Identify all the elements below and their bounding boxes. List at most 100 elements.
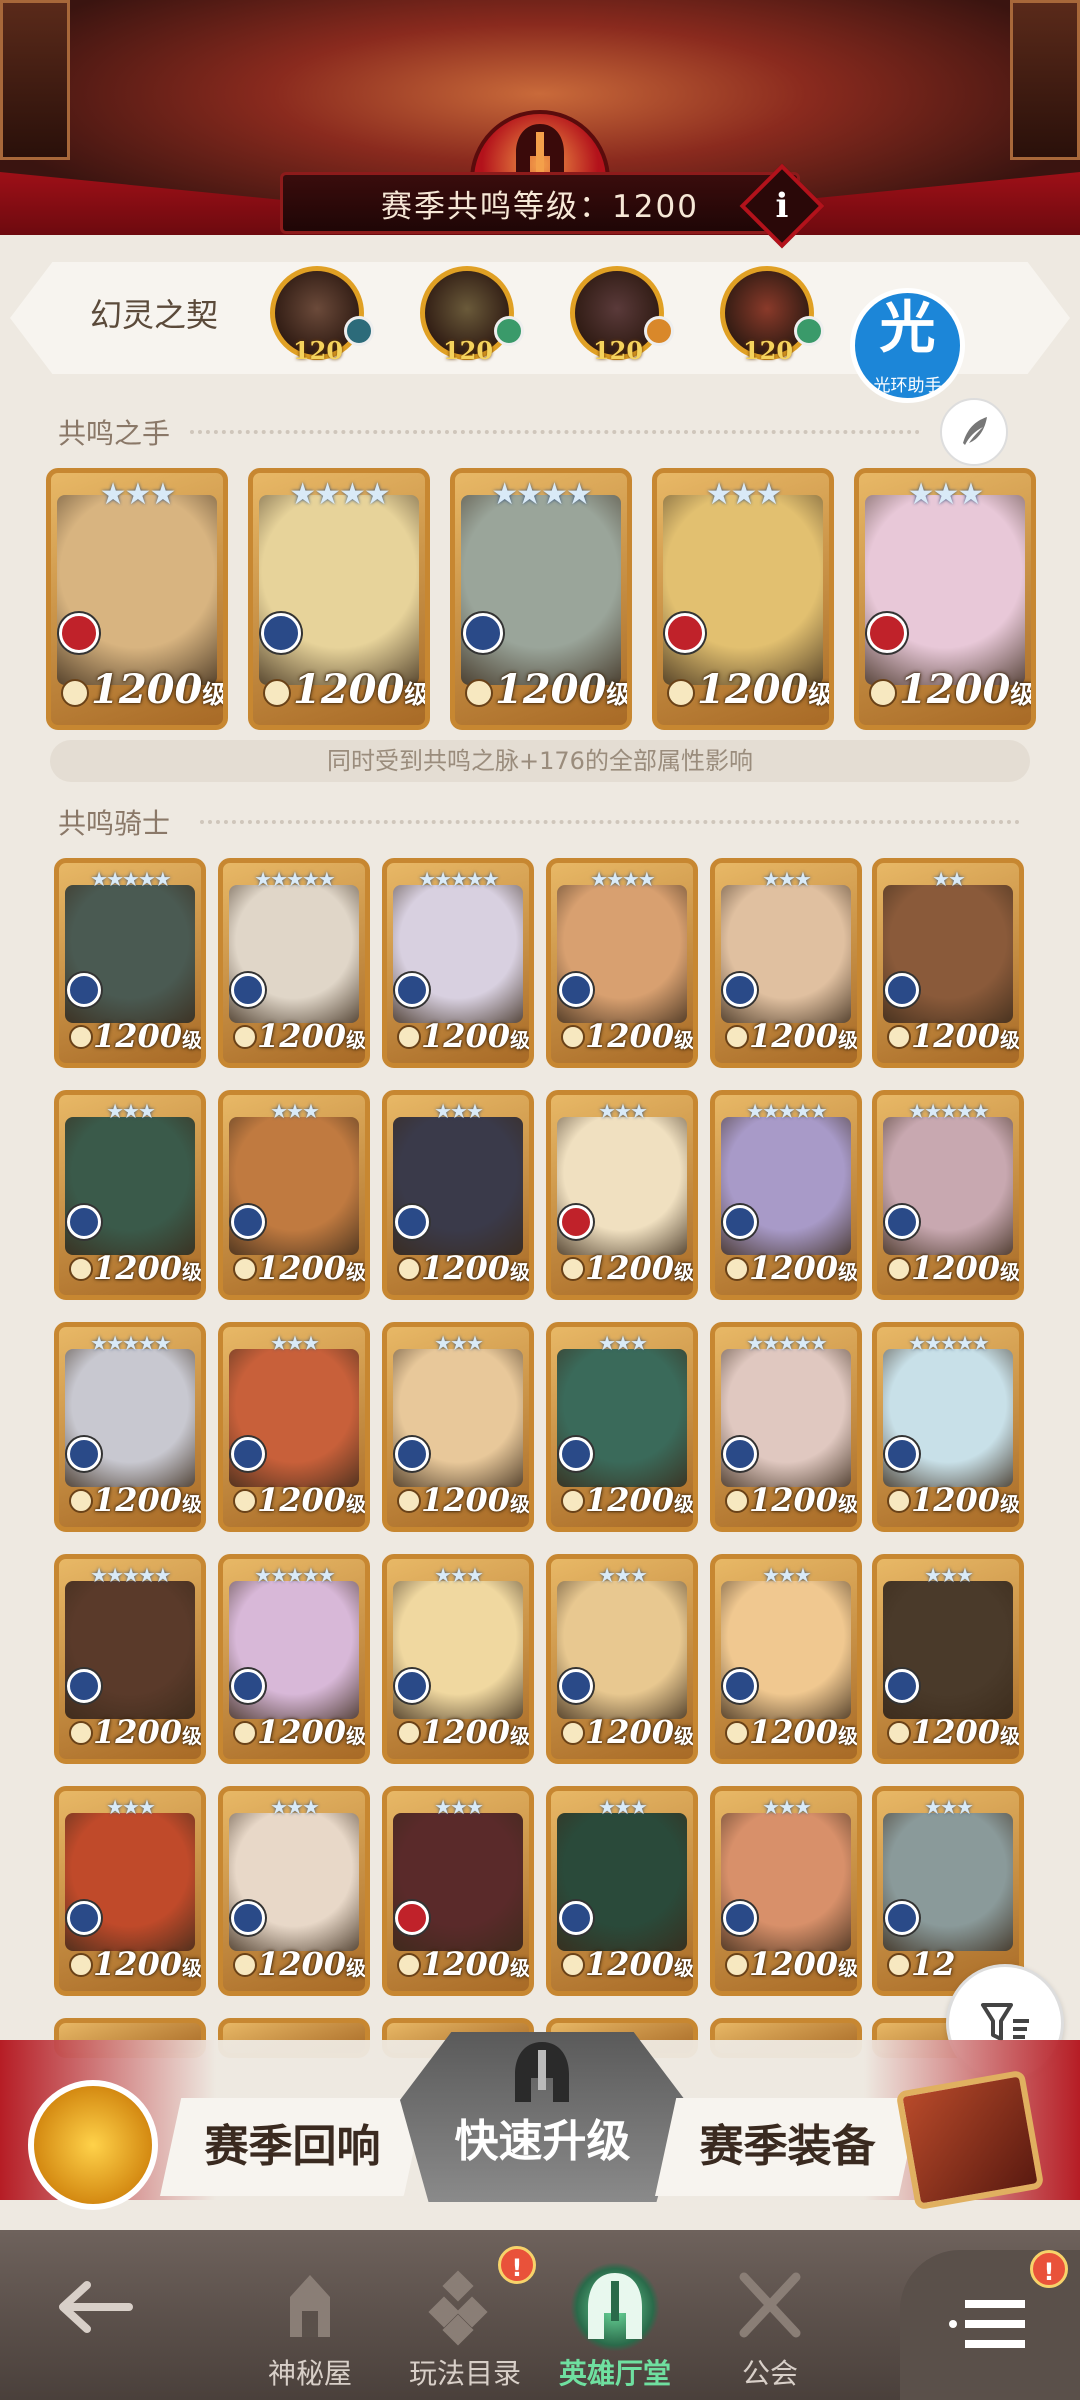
hero-card[interactable]: ★★★★ 1200级 (248, 468, 430, 730)
hero-level-unit: 级 (674, 1956, 694, 1980)
hero-card[interactable]: ★★★ 1200级 (218, 1786, 370, 1996)
hero-level-value: 1200 (257, 1249, 347, 1287)
star-rating: ★★★ (924, 1563, 974, 1587)
hero-level-value: 1200 (585, 1249, 675, 1287)
hero-card[interactable]: ★★★★ 1200级 (450, 468, 632, 730)
star-rating: ★★★ (762, 1795, 812, 1819)
hero-card[interactable]: ★★★★★ 1200级 (54, 1554, 206, 1764)
hero-card[interactable]: ★★★ 1200级 (854, 468, 1036, 730)
hero-level-value: 1200 (93, 1481, 183, 1519)
star-rating: ★★★ (270, 1795, 320, 1819)
quill-edit-button[interactable] (940, 398, 1008, 466)
hero-card[interactable]: ★★★★★ 1200级 (218, 1554, 370, 1764)
hero-card[interactable]: ★★★ 1200级 (546, 1090, 698, 1300)
pact-slot[interactable]: 120 (262, 260, 374, 370)
star-rating: ★★★ (907, 477, 985, 512)
hero-card[interactable]: ★★★ 1200级 (46, 468, 228, 730)
faction-icon (559, 1205, 593, 1239)
hero-level: 1200级 (257, 1713, 365, 1751)
hero-card[interactable]: ★★★ 1200级 (218, 1322, 370, 1532)
hero-card[interactable]: ★★★★★ 1200级 (54, 858, 206, 1068)
section-divider (200, 820, 1020, 824)
hero-card[interactable]: ★★★ 1200级 (546, 1322, 698, 1532)
hero-card[interactable]: ★★★★★ 1200级 (710, 1322, 862, 1532)
nav-guild[interactable]: 公会 (695, 2250, 845, 2400)
hero-card[interactable]: ★★★ 1200级 (546, 1554, 698, 1764)
hero-card[interactable]: ★★★ 1200级 (652, 468, 834, 730)
quick-upgrade-label: 快速升级 (454, 2116, 631, 2167)
hero-card[interactable]: ★★★ 1200级 (546, 1786, 698, 1996)
hero-level: 1200级 (585, 1249, 693, 1287)
hero-card[interactable]: ★★★ 1200级 (218, 1090, 370, 1300)
hero-card[interactable]: ★★★ 1200级 (710, 858, 862, 1068)
hero-card[interactable]: ★★ 1200级 (872, 858, 1024, 1068)
class-icon (397, 1257, 421, 1281)
faction-icon (559, 973, 593, 1007)
hero-level-value: 1200 (93, 1249, 183, 1287)
hero-card[interactable]: ★★★★★ 1200级 (872, 1322, 1024, 1532)
nav-guild-label: 公会 (741, 2357, 798, 2390)
star-rating: ★★★★★ (908, 1331, 990, 1355)
hero-card[interactable]: ★★★ 1200级 (382, 1322, 534, 1532)
hero-card[interactable]: ★★★ 1200级 (872, 1554, 1024, 1764)
pact-slot[interactable]: 120 (712, 260, 824, 370)
hero-level-unit: 级 (182, 1492, 202, 1516)
hero-card[interactable]: ★★★★★ 1200级 (218, 858, 370, 1068)
hero-level-value: 1200 (749, 1713, 839, 1751)
hero-level: 1200级 (585, 1481, 693, 1519)
hero-card[interactable]: ★★★ 1200级 (382, 1090, 534, 1300)
hero-level-unit: 级 (182, 1956, 202, 1980)
hero-level-value: 1200 (585, 1481, 675, 1519)
hero-card[interactable]: ★★★ 1200级 (710, 1786, 862, 1996)
star-rating: ★★★ (270, 1099, 320, 1123)
pact-slot[interactable]: 120 (562, 260, 674, 370)
hero-card[interactable]: ★★★★★ 1200级 (710, 1090, 862, 1300)
hero-card[interactable]: ★★★★★ 1200级 (872, 1090, 1024, 1300)
class-icon (725, 1257, 749, 1281)
hero-level-value: 1200 (257, 1481, 347, 1519)
faction-icon (559, 1437, 593, 1471)
back-button[interactable] (20, 2250, 170, 2400)
hero-card[interactable]: ★★★★★ 1200级 (382, 858, 534, 1068)
hero-card[interactable]: ★★★ 1200级 (382, 1554, 534, 1764)
hero-card[interactable]: ★★★★★ 1200级 (54, 1322, 206, 1532)
hero-level: 1200级 (911, 1481, 1019, 1519)
pact-level: 120 (742, 336, 794, 365)
faction-icon (231, 1901, 265, 1935)
star-rating: ★★★ (924, 1795, 974, 1819)
hero-level: 1200级 (899, 666, 1031, 713)
hero-card[interactable]: ★★★★ 1200级 (546, 858, 698, 1068)
class-icon (869, 679, 897, 707)
hero-level-value: 1200 (749, 1481, 839, 1519)
nav-hero-hall[interactable]: 英雄厅堂 (540, 2250, 690, 2400)
nav-mystery-house[interactable]: 神秘屋 (235, 2250, 385, 2400)
hero-portrait (461, 495, 621, 685)
class-icon (397, 1489, 421, 1513)
hero-card[interactable]: ★★★ 1200级 (54, 1090, 206, 1300)
hero-card[interactable]: ★★★ 1200级 (710, 1554, 862, 1764)
hero-portrait (259, 495, 419, 685)
element-icon (644, 316, 674, 346)
season-gear-button[interactable]: 赛季装备 (655, 2098, 920, 2196)
faction-icon (885, 973, 919, 1007)
hero-level-value: 1200 (91, 666, 203, 713)
class-icon (725, 1953, 749, 1977)
hero-level-unit: 级 (808, 680, 834, 709)
quick-upgrade-button[interactable]: 快速升级 (400, 2032, 685, 2202)
hero-level-value: 1200 (749, 1249, 839, 1287)
class-icon (397, 1025, 421, 1049)
hero-level: 1200级 (749, 1017, 857, 1055)
faction-icon (231, 973, 265, 1007)
class-icon (263, 679, 291, 707)
faction-icon (867, 613, 907, 653)
hero-card[interactable]: ★★★ 1200级 (382, 1786, 534, 1996)
element-icon (494, 316, 524, 346)
pact-slot[interactable]: 120 (412, 260, 524, 370)
hero-card[interactable]: ★★★ 1200级 (54, 1786, 206, 1996)
assistant-badge[interactable]: 光 光环助手 (850, 288, 965, 403)
section-divider (190, 430, 920, 434)
hero-level-unit: 级 (346, 1028, 366, 1052)
hero-level-unit: 级 (346, 1492, 366, 1516)
class-icon (233, 1257, 257, 1281)
season-echo-button[interactable]: 赛季回响 (160, 2098, 425, 2196)
